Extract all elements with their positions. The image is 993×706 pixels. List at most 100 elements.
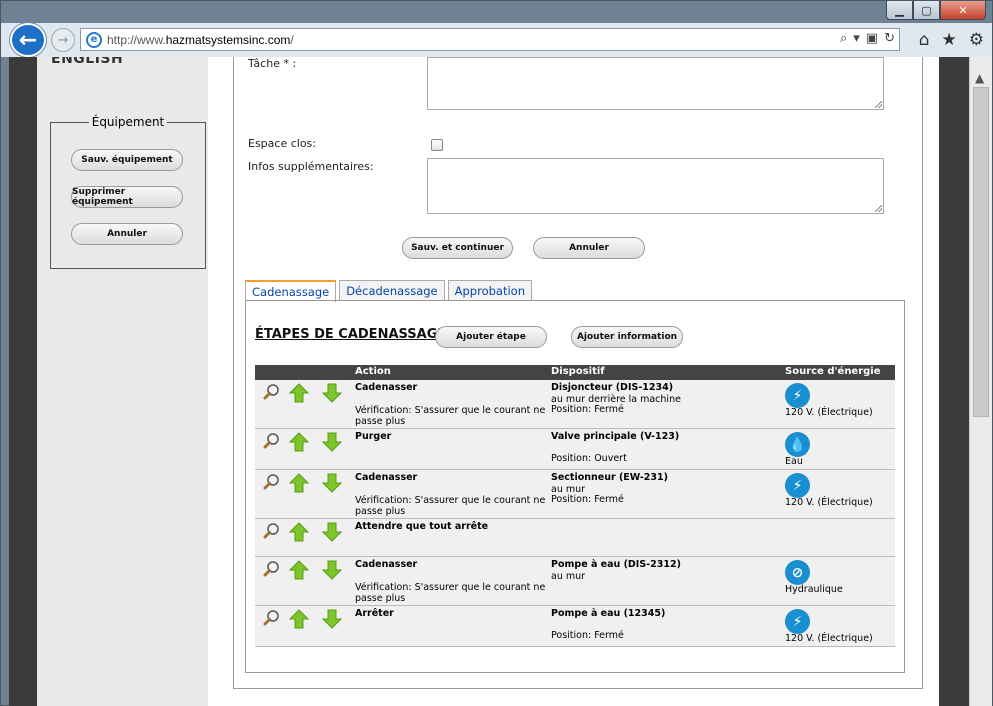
page-viewport: ENGLISH Équipement Sauv. équipement Supp… [9,57,969,706]
move-down-icon[interactable] [321,522,343,542]
view-details-icon[interactable] [263,522,283,542]
table-row: Arrêter Pompe à eau (12345) Position: Ferm… [255,606,895,647]
steps-table: Action Dispositif Source d'énergie Caden… [255,365,895,647]
equipment-legend: Équipement [88,115,168,129]
view-details-icon[interactable] [263,560,283,580]
url-text[interactable]: http://www.hazmatsystemsinc.com/ [107,33,294,47]
step-action: Arrêter [355,608,394,619]
vertical-scrollbar[interactable]: ▲ [969,57,992,706]
scroll-up-icon[interactable]: ▲ [975,71,984,85]
save-continue-button[interactable]: Sauv. et continuer [402,237,513,259]
move-up-icon[interactable] [288,560,310,580]
view-details-icon[interactable] [263,473,283,493]
move-up-icon[interactable] [288,383,310,403]
table-header: Action Dispositif Source d'énergie [255,365,895,380]
add-step-button[interactable]: Ajouter étape [435,326,547,348]
favorites-icon[interactable]: ★ [942,30,957,50]
step-position: Position: Ouvert [551,453,627,464]
move-up-icon[interactable] [288,609,310,629]
panel-heading: ÉTAPES DE CADENASSAGE [255,327,447,342]
move-up-icon[interactable] [288,473,310,493]
tab-approval[interactable]: Approbation [447,280,532,301]
minimize-button[interactable]: ▁ [886,1,913,20]
tab-lockout[interactable]: Cadenassage [245,280,337,302]
lockout-panel: ÉTAPES DE CADENASSAGE Ajouter étape Ajou… [245,300,905,673]
back-arrow-icon: ← [18,27,38,53]
sidebar: ENGLISH Équipement Sauv. équipement Supp… [37,57,208,706]
lightning-icon: ⚡ [785,383,810,408]
move-down-icon[interactable] [321,432,343,452]
confined-space-checkbox[interactable] [431,139,443,151]
table-row: Cadenasser Vérification: S'assurer que le… [255,470,895,519]
view-details-icon[interactable] [263,609,283,629]
water-drop-icon: 💧 [785,432,810,457]
scroll-thumb[interactable] [973,87,989,417]
save-equipment-button[interactable]: Sauv. équipement [71,149,183,171]
step-action: Purger [355,431,392,442]
view-details-icon[interactable] [263,383,283,403]
step-position: Position: Fermé [551,494,624,505]
energy-source: Eau [785,456,803,467]
move-up-icon[interactable] [288,522,310,542]
energy-source: Hydraulique [785,584,843,595]
step-action: Cadenasser [355,382,418,393]
step-verification: Vérification: S'assurer que le courant n… [355,495,546,517]
step-verification: Vérification: S'assurer que le courant n… [355,405,546,427]
table-row: Cadenasser Vérification: S'assurer que le… [255,380,895,429]
forward-arrow-icon: → [57,32,69,48]
energy-source: 120 V. (Électrique) [785,407,873,418]
lightning-icon: ⚡ [785,609,810,634]
dropdown-icon[interactable]: ▾ [853,31,860,46]
step-action: Cadenasser [355,472,418,483]
step-action: Attendre que tout arrête [355,521,489,532]
energy-source: 120 V. (Électrique) [785,633,873,644]
browser-window: ▁ ▢ ✕ ← → e http://www.hazmatsystemsinc.… [0,0,993,706]
move-down-icon[interactable] [321,383,343,403]
settings-gear-icon[interactable]: ⚙ [969,30,984,50]
refresh-icon[interactable]: ↻ [884,31,895,46]
tab-bar: Cadenassage Décadenassage Approbation [245,280,532,302]
task-textarea[interactable] [427,57,884,110]
close-button[interactable]: ✕ [940,1,986,20]
table-row: Purger Valve principale (V-123) Position: … [255,429,895,470]
address-bar[interactable]: e http://www.hazmatsystemsinc.com/ ⌕ ▾ ▣… [80,28,900,51]
language-link[interactable]: ENGLISH [51,57,123,67]
hydraulic-icon: ⊘ [785,560,810,585]
step-device: Sectionneur (EW-231) [551,472,668,483]
equipment-fieldset: Équipement Sauv. équipement Supprimer éq… [50,115,206,269]
step-location: au mur [551,571,586,582]
extra-info-textarea[interactable] [427,158,884,214]
add-info-button[interactable]: Ajouter information [571,326,683,348]
maximize-button[interactable]: ▢ [913,1,940,20]
step-verification: Vérification: S'assurer que le courant n… [355,582,546,604]
view-details-icon[interactable] [263,432,283,452]
header-device: Dispositif [551,366,605,377]
tab-unlock[interactable]: Décadenassage [339,280,445,301]
header-action: Action [355,366,391,377]
form-cancel-button[interactable]: Annuler [533,237,645,259]
energy-source: 120 V. (Électrique) [785,497,873,508]
ie-icon: e [86,31,102,48]
step-device: Disjoncteur (DIS-1234) [551,382,674,393]
browser-toolbar: ← → e http://www.hazmatsystemsinc.com/ ⌕… [1,23,992,57]
search-icon[interactable]: ⌕ [840,31,847,46]
step-device: Pompe à eau (DIS-2312) [551,559,681,570]
move-down-icon[interactable] [321,473,343,493]
compat-icon[interactable]: ▣ [866,31,878,46]
task-label: Tâche * : [248,57,297,70]
back-button[interactable]: ← [10,23,46,57]
forward-button[interactable]: → [51,28,75,52]
move-up-icon[interactable] [288,432,310,452]
table-row: Attendre que tout arrête [255,519,895,557]
table-row: Cadenasser Vérification: S'assurer que le… [255,557,895,606]
title-bar: ▁ ▢ ✕ [1,1,992,23]
delete-equipment-button[interactable]: Supprimer équipement [71,186,183,208]
lightning-icon: ⚡ [785,473,810,498]
step-position: Position: Fermé [551,630,624,641]
move-down-icon[interactable] [321,609,343,629]
home-icon[interactable]: ⌂ [919,30,930,50]
sidebar-cancel-button[interactable]: Annuler [71,223,183,245]
move-down-icon[interactable] [321,560,343,580]
extra-info-label: Infos supplémentaires: [248,160,374,173]
step-device: Pompe à eau (12345) [551,608,666,619]
